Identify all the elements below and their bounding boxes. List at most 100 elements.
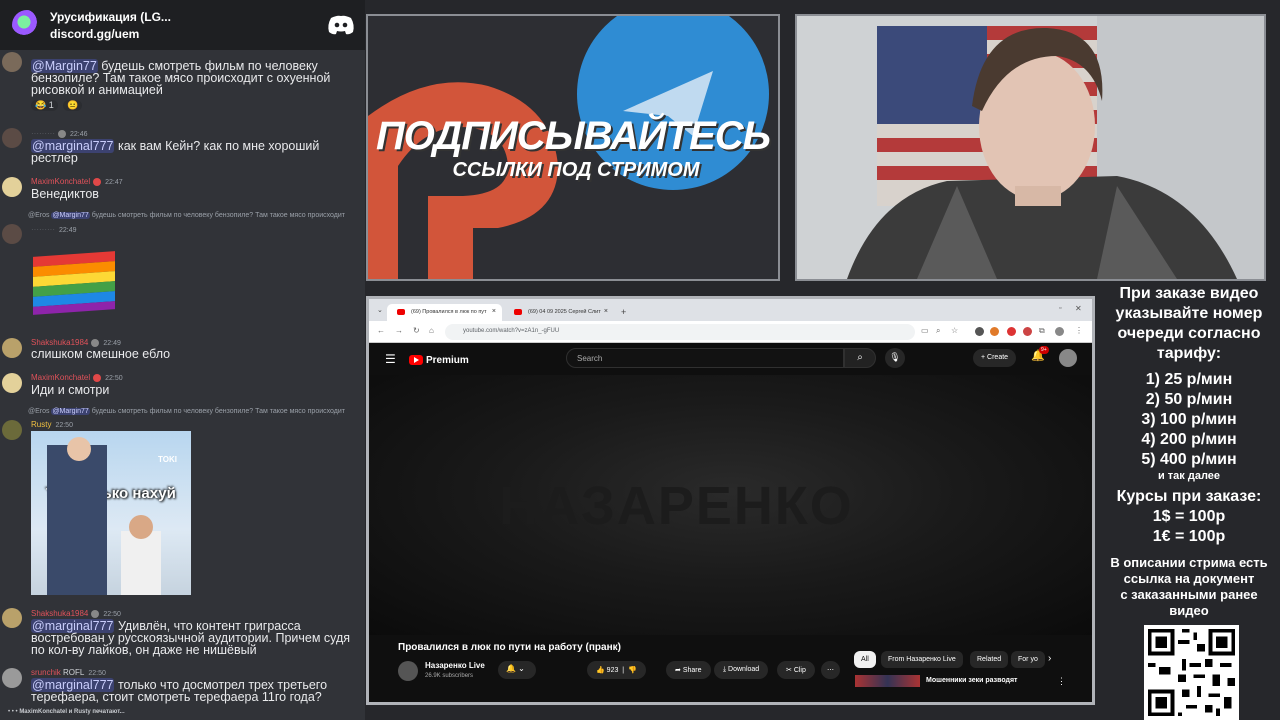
like-button[interactable]: 👍 923 | 👎 <box>587 661 646 679</box>
url-field[interactable]: youtube.com/watch?v=zA1n_-gFUU <box>445 324 915 340</box>
typing-indicator: • • • MaximKonchatel и Rusty печатают... <box>8 709 125 715</box>
server-name: Урусификация (LG... <box>50 9 171 24</box>
channel-avatar[interactable] <box>398 661 418 681</box>
extension-icon[interactable] <box>1023 327 1032 336</box>
chip-for-you[interactable]: For yo <box>1011 651 1045 668</box>
reaction-emoji[interactable]: 😂 1 <box>31 100 58 111</box>
video-title: Провалился в люк по пути на работу (пран… <box>398 642 621 653</box>
reply-preview: @Eros @Margin77 будешь смотреть фильм по… <box>28 212 345 219</box>
message-author: srunchik ROFL 22:50 <box>31 668 106 677</box>
avatar <box>2 338 22 358</box>
stream-layout: Урусификация (LG... discord.gg/uem @Marg… <box>0 0 1280 720</box>
reaction-emoji[interactable]: 😐 <box>63 100 83 111</box>
message-author: MaximKonchatel 22:47 <box>31 177 123 186</box>
rainbow-flag-emoji <box>33 251 115 315</box>
youtube-brand[interactable]: Premium <box>426 355 469 366</box>
search-icon[interactable]: ⌕ <box>844 348 876 368</box>
home-icon[interactable]: ⌂ <box>429 326 434 335</box>
rate-item: 4) 200 р/мин <box>1141 431 1237 448</box>
avatar <box>2 668 22 688</box>
message-author: Rusty 22:50 <box>31 420 73 429</box>
recommended-title[interactable]: Мошенники зеки разводят <box>926 677 1017 684</box>
restore-icon[interactable]: ▫ <box>1059 305 1061 312</box>
rate-item: 2) 50 р/мин <box>1145 391 1233 408</box>
chip-all[interactable]: All <box>854 651 876 668</box>
youtube-favicon-icon <box>514 309 522 315</box>
rate-item: 5) 400 р/мин <box>1141 451 1237 468</box>
banner-title: ПОДПИСЫВАЙТЕСЬ <box>375 114 771 158</box>
forward-icon[interactable]: → <box>395 326 403 335</box>
download-button[interactable]: ⤓ Download <box>714 661 769 679</box>
rate-item: 3) 100 р/мин <box>1141 411 1237 428</box>
video-player[interactable]: НАЗАРЕНКО <box>369 375 1092 635</box>
reply-preview: @Eros @Margin77 будешь смотреть фильм по… <box>28 408 345 415</box>
reload-icon[interactable]: ↻ <box>413 326 420 335</box>
avatar[interactable] <box>1059 349 1077 367</box>
new-tab-icon[interactable]: + <box>621 307 626 317</box>
doc-note: видео <box>1169 603 1209 618</box>
info-intro: тарифу: <box>1156 345 1222 362</box>
tab-second[interactable]: (69) 04 09 2025 Сергей Слит × <box>504 304 614 321</box>
clip-button[interactable]: ✂ Clip <box>777 661 815 679</box>
doc-note: В описании стрима есть <box>1110 555 1268 570</box>
chip-related[interactable]: Related <box>970 651 1009 668</box>
profile-icon[interactable] <box>1055 327 1064 336</box>
subscribed-bell-button[interactable]: 🔔 ⌄ <box>498 661 536 679</box>
webcam <box>795 14 1266 281</box>
doc-note: с заказанными ранее <box>1120 587 1258 602</box>
back-icon[interactable]: ← <box>377 326 385 335</box>
server-invite[interactable]: discord.gg/uem <box>50 27 171 41</box>
message-text: Иди и смотри <box>31 383 110 397</box>
close-icon[interactable]: × <box>604 308 608 315</box>
qr-code[interactable] <box>1144 625 1239 720</box>
mic-icon[interactable]: 🎙 <box>885 348 905 368</box>
rate-etc: и так далее <box>1157 470 1221 482</box>
avatar <box>2 373 22 393</box>
cast-icon[interactable]: ▭ <box>921 326 929 335</box>
chevron-down-icon[interactable]: ⌄ <box>377 306 383 314</box>
info-intro: При заказе видео <box>1119 285 1259 302</box>
address-bar: ← → ↻ ⌂ youtube.com/watch?v=zA1n_-gFUU ▭… <box>369 321 1092 343</box>
close-icon[interactable]: × <box>492 308 496 315</box>
discord-icon <box>328 15 354 35</box>
tab-active[interactable]: (69) Провалился в люк по пут × <box>387 304 502 321</box>
message-author: MaximKonchatel 22:50 <box>31 373 123 382</box>
more-icon[interactable]: ⋯ <box>821 661 840 679</box>
doc-note: ссылка на документ <box>1123 571 1255 586</box>
extension-icon[interactable] <box>990 327 999 336</box>
gif-image[interactable]: TOKI Тихосінько нахуй <box>31 431 191 595</box>
message-text: Венедиктов <box>31 187 99 201</box>
rate-item: 1) 25 р/мин <box>1145 371 1233 388</box>
notification-badge: 9+ <box>1039 346 1049 354</box>
youtube-favicon-icon <box>397 309 405 315</box>
more-icon[interactable]: ⋮ <box>1057 676 1066 687</box>
channel-name[interactable]: Назаренко Live <box>425 661 485 670</box>
star-icon[interactable]: ☆ <box>951 326 958 335</box>
browser-window: ⌄ (69) Провалился в люк по пут × (69) 04… <box>366 296 1095 705</box>
avatar <box>2 128 22 148</box>
message-text: слишком смешное ебло <box>31 347 171 361</box>
discord-chat: Урусификация (LG... discord.gg/uem @Marg… <box>0 0 365 720</box>
gif-people <box>47 437 161 595</box>
hamburger-icon[interactable]: ☰ <box>385 352 396 366</box>
info-intro: указывайте номер <box>1115 305 1263 322</box>
recommended-thumbnail[interactable] <box>855 675 920 687</box>
extension-icon[interactable] <box>975 327 984 336</box>
banner-subtitle: ССЫЛКИ ПОД СТРИМОМ <box>452 159 700 181</box>
avatar <box>2 177 22 197</box>
youtube-logo-icon[interactable] <box>409 355 423 365</box>
extension-icon[interactable] <box>1007 327 1016 336</box>
menu-icon[interactable]: ⋮ <box>1075 326 1083 335</box>
create-button[interactable]: + Create <box>973 349 1017 367</box>
subscribe-banner: ПОДПИСЫВАЙТЕСЬ ССЫЛКИ ПОД СТРИМОМ <box>366 14 780 281</box>
share-button[interactable]: ➦ Share <box>666 661 711 679</box>
course-item: 1$ = 100р <box>1152 508 1226 525</box>
reactions: 😂 1 😐 <box>31 100 85 111</box>
webcam-scene <box>797 16 1264 279</box>
chevron-right-icon[interactable]: › <box>1048 653 1051 664</box>
zoom-icon[interactable]: ⌕ <box>936 326 940 336</box>
puzzle-icon[interactable]: ⧉ <box>1039 326 1045 336</box>
window-close-icon[interactable]: ✕ <box>1075 304 1082 313</box>
search-input[interactable]: Search <box>566 348 844 368</box>
chip-from-channel[interactable]: From Назаренко Live <box>881 651 963 668</box>
